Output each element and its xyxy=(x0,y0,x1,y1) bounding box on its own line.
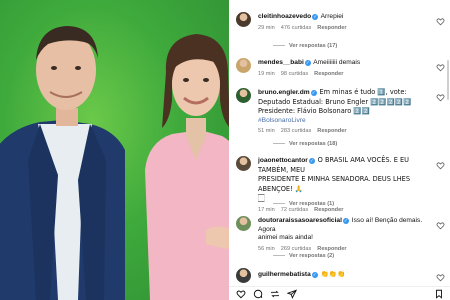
avatar[interactable] xyxy=(236,156,251,171)
woman-figure xyxy=(145,34,229,300)
comment-text: 👏👏👏 xyxy=(320,270,346,278)
repost-icon[interactable] xyxy=(270,289,280,299)
avatar[interactable] xyxy=(236,58,251,73)
instagram-post-view: cleitinhoazevedo ✓ Arrepiei 29 min 476 cur… xyxy=(0,0,450,300)
post-photo-illustration xyxy=(0,26,229,300)
comment-username[interactable]: mendes__babi xyxy=(258,59,304,66)
heart-icon[interactable] xyxy=(436,63,445,72)
comment-text: 🏻 xyxy=(258,194,265,203)
post-action-bar xyxy=(229,286,450,300)
comment-likes[interactable]: 72 curtidas xyxy=(281,207,308,213)
comments-panel[interactable]: cleitinhoazevedo ✓ Arrepiei 29 min 476 cur… xyxy=(229,0,450,286)
heart-icon[interactable] xyxy=(436,161,445,170)
avatar[interactable] xyxy=(236,88,251,103)
reply-button[interactable]: Responder xyxy=(317,25,346,31)
comment-likes[interactable]: 269 curtidas xyxy=(281,246,311,252)
reply-button[interactable]: Responder xyxy=(317,246,346,252)
verified-badge-icon: ✓ xyxy=(310,90,317,96)
comment-text: Ameiiiiiii demais xyxy=(313,59,361,66)
avatar[interactable] xyxy=(236,268,251,283)
heart-icon[interactable] xyxy=(436,273,445,282)
hashtag-link[interactable]: #BolsonaroLivre xyxy=(258,117,306,124)
verified-badge-icon: ✓ xyxy=(342,218,349,224)
comment-username[interactable]: cleitinhoazevedo xyxy=(258,13,311,20)
comment-text: Deputado Estadual: Bruno Engler 2️⃣2️⃣2️… xyxy=(258,97,412,106)
reply-button[interactable]: Responder xyxy=(314,207,343,213)
verified-badge-icon: ✓ xyxy=(311,272,318,278)
comment-icon[interactable] xyxy=(253,289,263,299)
comment-username[interactable]: doutoraraissasoaresoficial xyxy=(258,217,342,224)
verified-badge-icon: ✓ xyxy=(308,158,315,164)
comment-text: Em minas é tudo 1️⃣, vote: xyxy=(319,88,407,96)
avatar[interactable] xyxy=(236,216,251,231)
reply-button[interactable]: Responder xyxy=(314,71,343,77)
view-replies-button[interactable]: Ver respostas (1) xyxy=(273,201,334,207)
comment-text: Presidente: Flávio Bolsonaro 2️⃣2️⃣ xyxy=(258,107,370,116)
comment-likes[interactable]: 283 curtidas xyxy=(281,128,311,134)
share-icon[interactable] xyxy=(287,289,297,299)
view-replies-button[interactable]: Ver respostas (2) xyxy=(273,253,334,259)
heart-icon[interactable] xyxy=(436,93,445,102)
comment-text: Arrepiei xyxy=(320,13,344,20)
comment-username[interactable]: joaonettocantor xyxy=(258,157,308,164)
view-replies-button[interactable]: Ver respostas (17) xyxy=(273,43,337,49)
verified-badge-icon: ✓ xyxy=(312,14,319,20)
bookmark-icon[interactable] xyxy=(434,289,444,299)
reply-button[interactable]: Responder xyxy=(317,128,346,134)
heart-icon[interactable] xyxy=(436,17,445,26)
verified-badge-icon: ✓ xyxy=(304,60,311,66)
comment-username[interactable]: bruno.engler.dm xyxy=(258,89,310,96)
comment-time: 29 min xyxy=(258,24,275,31)
man-figure xyxy=(0,26,125,300)
comment-time: 56 min xyxy=(258,245,275,252)
comment-text: animei mais ainda! xyxy=(258,234,313,242)
post-image[interactable] xyxy=(0,0,229,300)
scrollbar-thumb[interactable] xyxy=(447,60,449,100)
avatar[interactable] xyxy=(236,12,251,27)
comment-text: PRESIDENTE E MINHA SENADORA. DEUS LHES A… xyxy=(258,175,411,193)
comment-likes[interactable]: 98 curtidas xyxy=(281,71,308,77)
comment-username[interactable]: guilhermebatista xyxy=(258,271,311,278)
comment-time: 17 min xyxy=(258,206,275,213)
heart-icon[interactable] xyxy=(236,289,246,299)
comment-time: 19 min xyxy=(258,70,275,77)
view-replies-button[interactable]: Ver respostas (18) xyxy=(273,141,337,147)
heart-icon[interactable] xyxy=(436,221,445,230)
comment-likes[interactable]: 476 curtidas xyxy=(281,25,311,31)
comment-time: 51 min xyxy=(258,128,275,135)
